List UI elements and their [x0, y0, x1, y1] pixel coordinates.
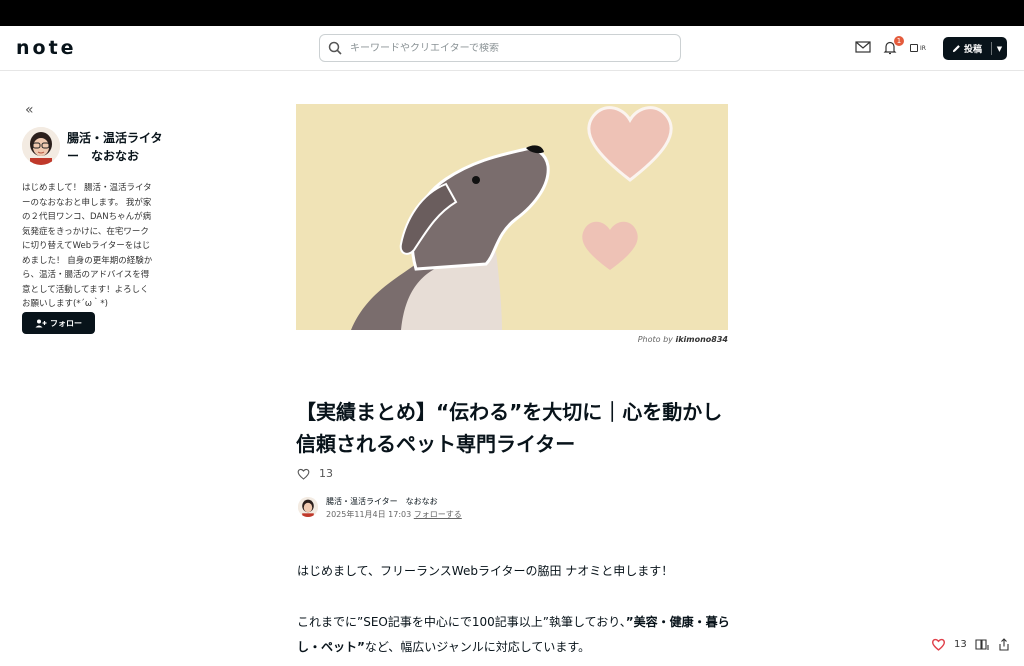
article-title: 【実績まとめ】“伝わる”を大切に｜心を動かし信頼されるペット専門ライター — [296, 400, 723, 456]
photo-credit-user[interactable]: ikimono834 — [675, 335, 728, 344]
publish-date: 2025年11月4日 17:03 — [326, 510, 412, 519]
chevron-down-icon[interactable]: ▼ — [992, 45, 1007, 53]
article-paragraph-2: これまでに”SEO記事を中心にで100記事以上”執筆しており、”美容・健康・暮ら… — [297, 610, 737, 660]
post-button[interactable]: 投稿 ▼ — [943, 37, 1007, 60]
search-input[interactable] — [350, 42, 650, 54]
account-menu[interactable]: IR — [910, 42, 932, 54]
heart-icon[interactable] — [931, 638, 946, 651]
follow-link[interactable]: フォローする — [414, 510, 462, 519]
browser-top-bar — [0, 0, 1024, 26]
article-paragraph-1: はじめまして、フリーランスWebライターの脇田 ナオミと申します！ — [297, 564, 674, 578]
photo-credit-prefix: Photo by — [637, 335, 673, 344]
like-count[interactable]: 13 — [319, 467, 333, 480]
author-name[interactable]: 腸活・温活ライター なおなお — [326, 495, 462, 508]
account-avatar-icon — [910, 44, 918, 52]
follow-button-label: フォロー — [50, 318, 82, 328]
paragraph-2-text-a: これまでに”SEO記事を中心にで100記事以上”執筆しており、 — [297, 615, 626, 629]
photo-credit: Photo by ikimono834 — [296, 335, 728, 344]
search-icon — [328, 41, 342, 55]
pencil-icon — [952, 45, 960, 53]
heart-icon[interactable] — [297, 468, 310, 480]
article-hero-image — [296, 104, 728, 330]
avatar-illustration-icon — [22, 127, 60, 165]
article-author: 腸活・温活ライター なおなお 2025年11月4日 17:03 フォローする — [298, 495, 462, 521]
dog-illustration — [296, 104, 728, 330]
author-avatar-icon — [298, 497, 318, 517]
add-user-icon — [35, 319, 47, 327]
profile-avatar[interactable] — [22, 127, 60, 165]
post-button-label: 投稿 — [964, 45, 983, 55]
floating-actions: 13 — [931, 638, 1010, 651]
author-avatar[interactable] — [298, 497, 318, 517]
like-row: 13 — [297, 467, 333, 480]
profile-name[interactable]: 腸活・温活ライター なおなお — [67, 129, 167, 165]
profile-bio: はじめまして！ 腸活・温活ライターのなおなおと申します。 我が家の２代目ワンコ、… — [22, 183, 153, 309]
mail-icon[interactable] — [855, 40, 871, 54]
floating-like-count[interactable]: 13 — [954, 639, 967, 650]
magazine-add-icon[interactable] — [975, 638, 990, 651]
share-icon[interactable] — [998, 638, 1010, 651]
search-box[interactable] — [319, 34, 681, 62]
paragraph-2-text-c: など、幅広いジャンルに対応しています。 — [364, 640, 591, 654]
note-logo[interactable]: note — [16, 37, 77, 59]
notification-badge: 1 — [894, 36, 904, 46]
site-header: note 1 IR 投稿 ▼ — [0, 26, 1024, 71]
collapse-sidebar-icon[interactable]: « — [25, 102, 34, 118]
follow-button[interactable]: フォロー — [22, 312, 95, 334]
account-label: IR — [920, 44, 926, 52]
